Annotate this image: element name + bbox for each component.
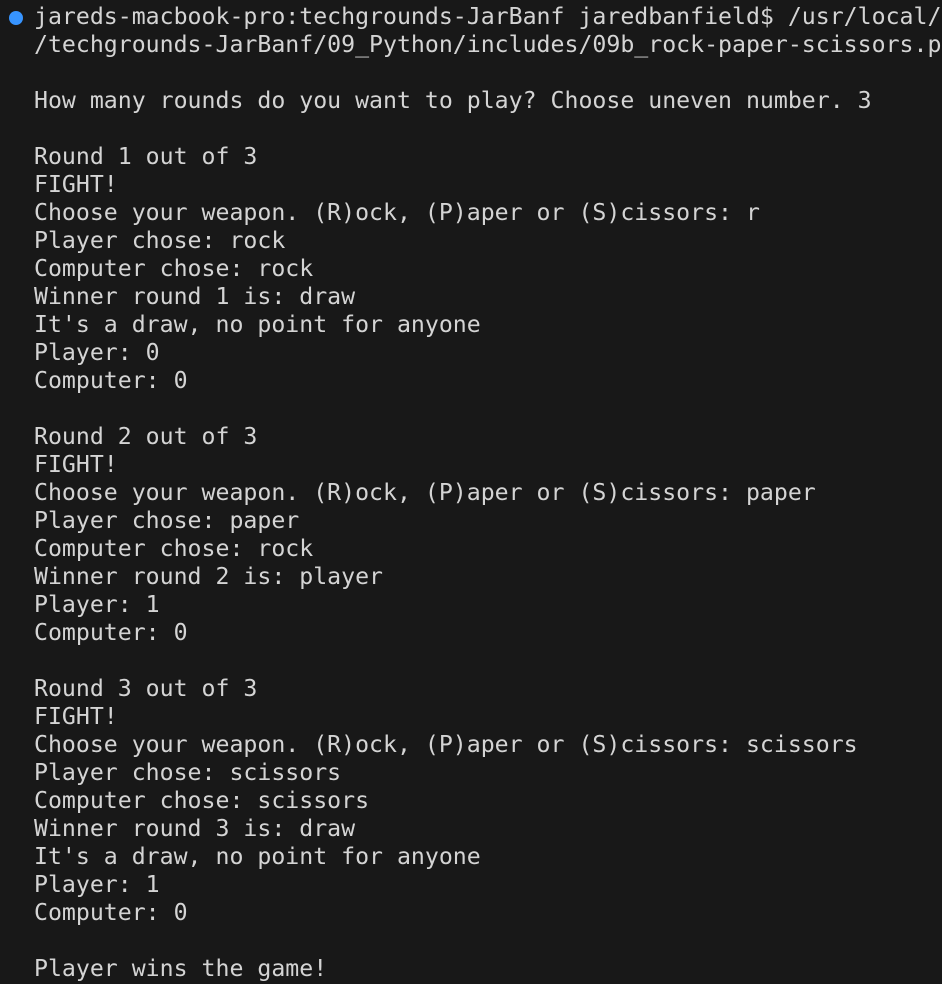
terminal-line: Player wins the game! [34,955,328,982]
terminal-line: Round 2 out of 3 [34,423,258,450]
terminal-line: Player chose: paper [34,507,300,534]
terminal-line: Computer chose: rock [34,535,314,562]
terminal-line: FIGHT! [34,703,118,730]
terminal-line: Player: 1 [34,591,160,618]
terminal-line: Computer: 0 [34,899,188,926]
terminal-panel[interactable]: jareds-macbook-pro:techgrounds-JarBanf j… [0,0,942,984]
terminal-line: jareds-macbook-pro:techgrounds-JarBanf j… [34,3,942,30]
terminal-line: Choose your weapon. (R)ock, (P)aper or (… [34,479,816,506]
terminal-output: jareds-macbook-pro:techgrounds-JarBanf j… [34,3,941,983]
terminal-line: Computer: 0 [34,367,188,394]
terminal-line: Player chose: scissors [34,759,342,786]
terminal-line: Choose your weapon. (R)ock, (P)aper or (… [34,731,858,758]
terminal-line: Winner round 1 is: draw [34,283,356,310]
terminal-line: Player: 0 [34,339,160,366]
terminal-line: Player: 1 [34,871,160,898]
terminal-line: Winner round 3 is: draw [34,815,356,842]
terminal-line: Round 1 out of 3 [34,143,258,170]
terminal-line: Computer: 0 [34,619,188,646]
terminal-line: It's a draw, no point for anyone [34,843,481,870]
command-status-dot-icon[interactable] [9,11,23,25]
terminal-line: Choose your weapon. (R)ock, (P)aper or (… [34,199,760,226]
terminal-line: /techgrounds-JarBanf/09_Python/includes/… [34,31,942,58]
terminal-line: Computer chose: scissors [34,787,370,814]
terminal-line: It's a draw, no point for anyone [34,311,481,338]
terminal-line: FIGHT! [34,451,118,478]
terminal-line: Computer chose: rock [34,255,314,282]
terminal-line: Round 3 out of 3 [34,675,258,702]
terminal-line: FIGHT! [34,171,118,198]
terminal-line: Player chose: rock [34,227,286,254]
terminal-line: Winner round 2 is: player [34,563,384,590]
terminal-line: How many rounds do you want to play? Cho… [34,87,872,114]
